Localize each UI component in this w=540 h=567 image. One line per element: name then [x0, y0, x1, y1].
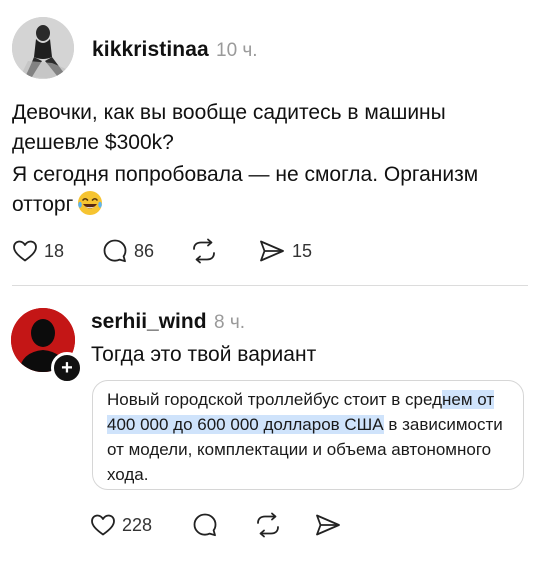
reply-like-count: 228 [122, 514, 153, 535]
reply-like-button[interactable]: 228 [90, 510, 152, 540]
avatar-photo-icon [12, 17, 74, 79]
send-icon [260, 240, 284, 262]
post-text-line-2: Я сегодня попробовала — не смогла. Орган… [12, 160, 527, 220]
like-button[interactable]: 18 [12, 236, 64, 266]
reply-timestamp: 8 ч. [214, 312, 246, 333]
post-text-line-1: Девочки, как вы вообще садитесь в машины… [12, 101, 446, 154]
avatar[interactable] [12, 17, 74, 79]
divider [12, 285, 528, 286]
follow-plus-button[interactable]: + [51, 352, 83, 384]
reply-comment-button[interactable] [192, 510, 218, 540]
post-timestamp: 10 ч. [216, 40, 258, 61]
comment-icon [103, 239, 127, 263]
post-author-username[interactable]: kikkristinaa [92, 38, 209, 62]
repost-icon [257, 512, 279, 538]
quoted-text-box: Новый городской троллейбус стоит в средн… [92, 380, 524, 490]
share-button[interactable]: 15 [258, 236, 312, 266]
reply-author-username[interactable]: serhii_wind [91, 310, 207, 334]
heart-icon [13, 240, 37, 262]
send-icon [316, 514, 340, 536]
reply-text: Тогда это твой вариант [91, 343, 317, 366]
reply-actions: 228 [90, 510, 540, 540]
quoted-text: Новый городской троллейбус стоит в средн… [107, 387, 509, 487]
quoted-text-part-1: Новый городской троллейбус стоит в сред [107, 390, 443, 409]
comment-button[interactable]: 86 [102, 236, 154, 266]
comment-count: 86 [134, 240, 155, 261]
heart-icon [91, 514, 115, 536]
repost-button[interactable] [190, 236, 218, 266]
plus-icon: + [61, 357, 73, 379]
post-actions: 18 86 15 [12, 236, 532, 266]
comment-icon [193, 513, 217, 537]
reply-share-button[interactable] [314, 510, 342, 540]
laughing-with-tears-emoji-icon [78, 191, 103, 215]
repost-icon [193, 238, 215, 264]
reply-repost-button[interactable] [254, 510, 282, 540]
share-count: 15 [292, 240, 313, 261]
like-count: 18 [44, 240, 65, 261]
